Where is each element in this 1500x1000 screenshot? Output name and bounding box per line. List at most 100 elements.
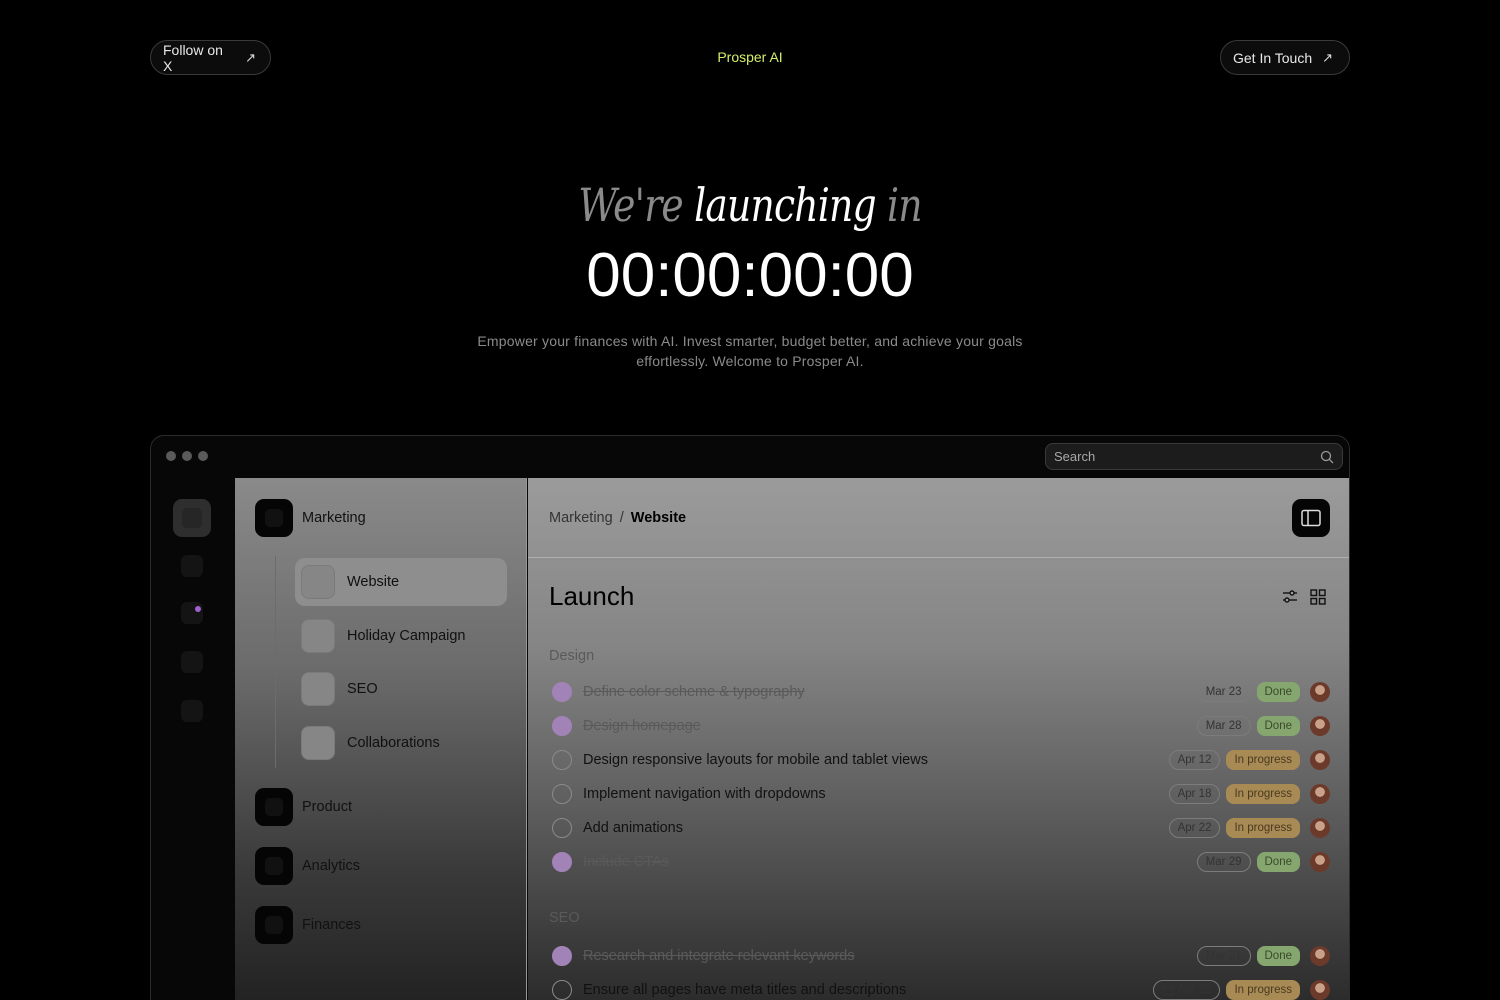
sidebar-item-seo[interactable]: SEO	[295, 665, 507, 713]
page-icon	[301, 672, 335, 706]
main-header: Marketing / Website	[528, 478, 1349, 558]
page-icon	[301, 565, 335, 599]
app-preview-window: Search Marketing Website Holiday Campaig…	[150, 435, 1350, 1000]
avatar	[1310, 980, 1330, 1000]
status-badge: Done	[1256, 682, 1300, 702]
section-label-seo: SEO	[549, 910, 580, 926]
get-in-touch-button[interactable]: Get In Touch ↗	[1220, 40, 1350, 75]
countdown-timer: 00:00:00:00	[586, 241, 914, 310]
task-row[interactable]: Implement navigation with dropdowns Apr …	[552, 781, 1330, 807]
status-badge: Done	[1256, 716, 1300, 736]
page-title: Launch	[549, 581, 635, 611]
app-sidebar: Marketing Website Holiday Campaign SEO C…	[235, 478, 527, 1000]
task-title: Research and integrate relevant keywords	[583, 948, 855, 964]
sidebar-group-analytics[interactable]: Analytics	[255, 847, 360, 885]
app-icon-rail	[151, 478, 235, 1000]
sidebar-group-product[interactable]: Product	[255, 788, 352, 826]
sidebar-toggle-icon	[1301, 509, 1321, 527]
sidebar-group-label: Product	[302, 799, 352, 815]
status-badge: Done	[1256, 852, 1300, 872]
task-row[interactable]: Add animations Apr 22 In progress	[552, 815, 1330, 841]
hero-subtitle: Empower your finances with AI. Invest sm…	[477, 333, 1023, 369]
page-icon	[301, 726, 335, 760]
window-dot-icon	[182, 451, 192, 461]
folder-icon	[255, 847, 293, 885]
breadcrumb-separator: /	[619, 510, 624, 526]
task-checkbox[interactable]	[552, 980, 572, 1000]
arrow-up-right-icon: ↗	[1322, 49, 1334, 65]
app-search-input[interactable]: Search	[1045, 443, 1343, 470]
sidebar-toggle-button[interactable]	[1292, 499, 1330, 537]
task-checkbox[interactable]	[552, 716, 572, 736]
avatar	[1310, 818, 1330, 838]
sidebar-item-label: SEO	[347, 681, 378, 697]
task-row[interactable]: Define color scheme & typography Mar 23 …	[552, 679, 1330, 705]
search-icon	[1320, 450, 1334, 463]
avatar	[1310, 852, 1330, 872]
task-row[interactable]: Design homepage Mar 28 Done	[552, 713, 1330, 739]
hero-title-part1: We're	[578, 178, 683, 232]
task-row[interactable]: Include CTAs Mar 29 Done	[552, 849, 1330, 875]
task-title: Design homepage	[583, 718, 701, 734]
status-badge: In progress	[1226, 784, 1300, 804]
avatar	[1310, 716, 1330, 736]
tree-divider	[275, 556, 276, 768]
task-due-date: Mar 21	[1196, 946, 1251, 966]
task-title: Include CTAs	[583, 854, 669, 870]
folder-icon	[255, 499, 293, 537]
task-row[interactable]: Ensure all pages have meta titles and de…	[552, 977, 1330, 1000]
folder-icon	[255, 906, 293, 944]
hero-title: We're launching in	[135, 178, 1365, 232]
sidebar-group-label: Analytics	[302, 858, 361, 874]
search-placeholder: Search	[1054, 449, 1096, 464]
window-dot-icon	[166, 451, 176, 461]
task-checkbox[interactable]	[552, 784, 572, 804]
task-due-date: Mar 23	[1196, 682, 1251, 702]
sidebar-group-finances[interactable]: Finances	[255, 906, 361, 944]
task-row[interactable]: Design responsive layouts for mobile and…	[552, 747, 1330, 773]
task-title: Add animations	[583, 820, 683, 836]
sidebar-item-label: Website	[347, 574, 400, 590]
rail-item-icon[interactable]	[181, 700, 203, 722]
app-main-panel: Marketing / Website Launch Design Define…	[528, 478, 1349, 1000]
hero-title-part3: in	[886, 178, 923, 232]
rail-item-icon[interactable]	[181, 651, 203, 673]
status-badge: In progress	[1226, 818, 1300, 838]
sidebar-item-website[interactable]: Website	[295, 558, 507, 606]
status-badge: In progress	[1226, 980, 1300, 1000]
breadcrumb-current: Website	[630, 510, 687, 526]
sidebar-item-label: Holiday Campaign	[347, 628, 466, 644]
sidebar-item-holiday-campaign[interactable]: Holiday Campaign	[295, 612, 507, 660]
get-in-touch-label: Get In Touch	[1233, 49, 1313, 66]
section-label-design: Design	[549, 648, 595, 664]
task-due-date: Apr 12	[1168, 750, 1221, 770]
task-checkbox[interactable]	[552, 852, 572, 872]
notification-dot-icon	[195, 606, 201, 612]
status-badge: Done	[1256, 946, 1300, 966]
rail-item-icon[interactable]	[181, 602, 203, 624]
status-badge: In progress	[1226, 750, 1300, 770]
grid-view-icon[interactable]	[1309, 588, 1327, 606]
task-due-date: Mar 28	[1196, 716, 1251, 736]
avatar	[1310, 682, 1330, 702]
breadcrumb-parent[interactable]: Marketing	[549, 510, 613, 526]
sidebar-group-label: Finances	[302, 917, 361, 933]
task-due-date: Apr 18	[1168, 784, 1221, 804]
sidebar-group-marketing[interactable]: Marketing	[255, 499, 366, 537]
task-checkbox[interactable]	[552, 682, 572, 702]
rail-home-icon[interactable]	[173, 499, 211, 537]
task-row[interactable]: Research and integrate relevant keywords…	[552, 943, 1330, 969]
avatar	[1310, 784, 1330, 804]
task-checkbox[interactable]	[552, 946, 572, 966]
task-title: Ensure all pages have meta titles and de…	[583, 982, 907, 998]
avatar	[1310, 750, 1330, 770]
sidebar-item-collaborations[interactable]: Collaborations	[295, 719, 507, 767]
sidebar-item-label: Collaborations	[347, 735, 440, 751]
task-checkbox[interactable]	[552, 818, 572, 838]
sidebar-group-label: Marketing	[302, 510, 366, 526]
task-due-date: Apr 12	[1152, 980, 1221, 1000]
task-title: Design responsive layouts for mobile and…	[583, 752, 928, 768]
task-checkbox[interactable]	[552, 750, 572, 770]
filter-sliders-icon[interactable]	[1281, 588, 1299, 606]
rail-item-icon[interactable]	[181, 555, 203, 577]
